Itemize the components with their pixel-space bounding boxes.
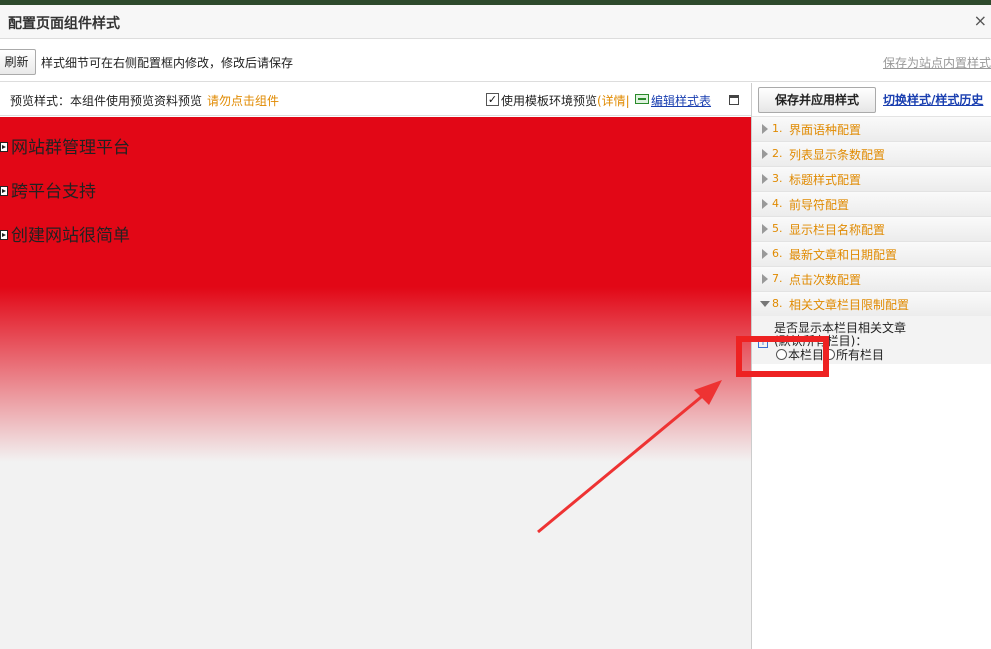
preview-canvas: 网站群管理平台 跨平台支持 创建网站很简单 (0, 117, 751, 649)
section-label: 点击次数配置 (789, 273, 862, 287)
switch-style-link[interactable]: 切换样式/样式历史 (883, 91, 983, 108)
radio-all-columns[interactable] (824, 349, 836, 360)
edit-style-icon[interactable] (635, 94, 649, 104)
section-label: 列表显示条数配置 (789, 148, 886, 162)
section-3[interactable]: 3. 标题样式配置 (752, 166, 991, 191)
collapsed-arrow-icon (762, 124, 768, 134)
arrow-bullet-icon (0, 142, 8, 152)
collapsed-arrow-icon (762, 224, 768, 234)
section-number: 6. (772, 247, 783, 260)
edit-style-link[interactable]: 编辑样式表 (651, 92, 711, 109)
section-number: 8. (772, 297, 783, 310)
nav-item-label: 跨平台支持 (11, 182, 96, 202)
preview-label: 预览样式：本组件使用预览资料预览 (10, 94, 203, 108)
section-7[interactable]: 7. 点击次数配置 (752, 266, 991, 291)
preview-bar: 预览样式：本组件使用预览资料预览 请勿点击组件 ✓ 使用模板环境预览 (详情| … (0, 83, 751, 116)
section-label: 相关文章栏目限制配置 (789, 298, 910, 312)
template-preview-label[interactable]: 使用模板环境预览 (501, 92, 597, 109)
related-radio-group: 本栏目 所有栏目 (776, 346, 884, 363)
window-icon[interactable] (729, 95, 739, 105)
section-number: 5. (772, 222, 783, 235)
preview-nav-item: 创建网站很简单 (0, 221, 130, 246)
preview-nav-item: 网站群管理平台 (0, 133, 130, 158)
nav-item-label: 网站群管理平台 (11, 138, 130, 158)
section-label: 最新文章和日期配置 (789, 248, 898, 262)
dialog-titlebar: 配置页面组件样式 × (0, 5, 991, 39)
preview-warning: 请勿点击组件 (207, 94, 280, 108)
radio-all-columns-label[interactable]: 所有栏目 (836, 348, 884, 362)
section-number: 3. (772, 172, 783, 185)
save-apply-button[interactable]: 保存并应用样式 (758, 87, 876, 113)
related-config-body: i 是否显示本栏目相关文章 (默认所有栏目)： 本栏目 所有栏目 (752, 316, 991, 364)
section-label: 标题样式配置 (789, 173, 862, 187)
section-number: 4. (772, 197, 783, 210)
collapsed-arrow-icon (762, 249, 768, 259)
section-label: 显示栏目名称配置 (789, 223, 886, 237)
section-6[interactable]: 6. 最新文章和日期配置 (752, 241, 991, 266)
section-number: 7. (772, 272, 783, 285)
dialog-title: 配置页面组件样式 (8, 16, 120, 32)
detail-link[interactable]: (详情| (597, 92, 630, 109)
radio-this-column-label[interactable]: 本栏目 (788, 348, 824, 362)
section-2[interactable]: 2. 列表显示条数配置 (752, 141, 991, 166)
info-icon[interactable]: i (758, 338, 768, 348)
close-icon[interactable]: × (974, 11, 987, 30)
template-preview-checkbox[interactable]: ✓ (486, 93, 499, 106)
arrow-bullet-icon (0, 230, 8, 240)
config-panel: 保存并应用样式 切换样式/样式历史 1. 界面语种配置 2. 列表显示条数配置 3.… (752, 83, 991, 649)
radio-this-column[interactable] (776, 349, 787, 360)
arrow-bullet-icon (0, 186, 8, 196)
nav-item-label: 创建网站很简单 (11, 226, 130, 246)
expanded-arrow-icon (760, 301, 770, 307)
section-number: 2. (772, 147, 783, 160)
collapsed-arrow-icon (762, 199, 768, 209)
section-4[interactable]: 4. 前导符配置 (752, 191, 991, 216)
edit-hint: 样式细节可在右侧配置框内修改，修改后请保存 (41, 56, 294, 70)
section-1[interactable]: 1. 界面语种配置 (752, 116, 991, 141)
section-label: 前导符配置 (789, 198, 850, 212)
refresh-button[interactable]: 刷新 (0, 49, 36, 75)
top-toolbar: 刷新 样式细节可在右侧配置框内修改，修改后请保存 保存为站点内置样式 (0, 40, 991, 82)
save-builtin-style-link[interactable]: 保存为站点内置样式 (883, 54, 991, 71)
preview-nav-item: 跨平台支持 (0, 177, 96, 202)
section-5[interactable]: 5. 显示栏目名称配置 (752, 216, 991, 241)
collapsed-arrow-icon (762, 149, 768, 159)
collapsed-arrow-icon (762, 274, 768, 284)
section-8[interactable]: 8. 相关文章栏目限制配置 (752, 291, 991, 316)
collapsed-arrow-icon (762, 174, 768, 184)
section-label: 界面语种配置 (789, 123, 862, 137)
section-number: 1. (772, 122, 783, 135)
